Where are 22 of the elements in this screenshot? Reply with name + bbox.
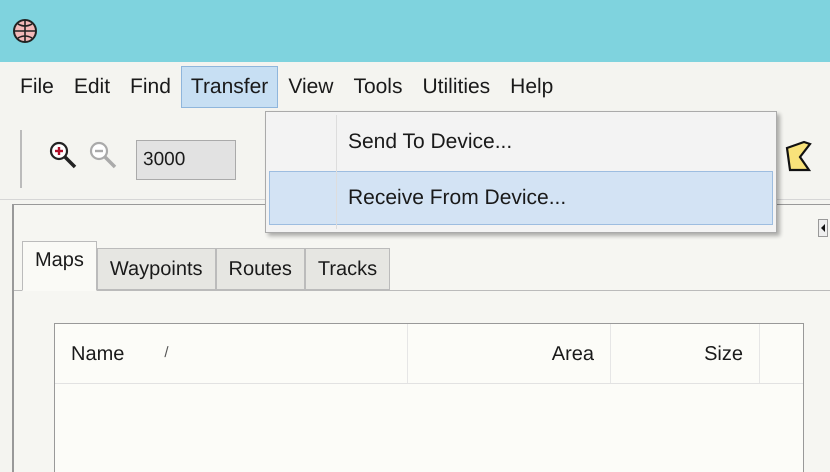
column-header[interactable]: Name / — [55, 324, 408, 383]
menu-item[interactable]: Find — [120, 66, 181, 108]
globe-icon — [12, 18, 38, 44]
column-header[interactable]: Size — [611, 324, 760, 383]
menu-item[interactable]: File — [10, 66, 64, 108]
menu-item[interactable]: Tools — [343, 66, 412, 108]
zoom-in-icon[interactable] — [48, 140, 78, 170]
column-header[interactable]: Area — [408, 324, 611, 383]
scale-field[interactable]: 3000 — [136, 140, 236, 180]
menu-option[interactable]: Receive From Device... — [269, 171, 773, 225]
tab[interactable]: Waypoints — [96, 248, 216, 290]
menu-item[interactable]: Edit — [64, 66, 120, 108]
menu-item[interactable]: Utilities — [412, 66, 500, 108]
menu-option[interactable]: Send To Device... — [269, 115, 773, 169]
menu-item[interactable]: Help — [500, 66, 564, 108]
tab[interactable]: Maps — [22, 241, 97, 291]
tab[interactable]: Routes — [216, 248, 305, 290]
menu-item[interactable]: View — [278, 66, 344, 108]
menu-item[interactable]: Transfer — [180, 66, 278, 108]
map-shape-icon[interactable] — [784, 140, 812, 174]
tab[interactable]: Tracks — [304, 248, 390, 290]
scroll-left-icon[interactable] — [818, 219, 828, 237]
